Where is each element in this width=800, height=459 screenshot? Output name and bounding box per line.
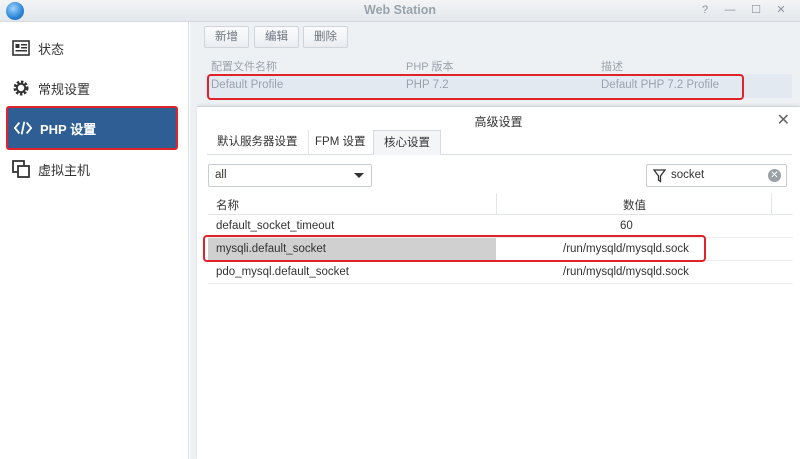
chevron-down-icon [354,173,364,178]
tab-bar: 默认服务器设置 FPM 设置 核心设置 [207,130,792,155]
clear-icon[interactable]: ✕ [768,169,781,182]
filter-icon [653,169,666,183]
edit-button[interactable]: 编辑 [254,26,299,48]
setting-value[interactable]: 60 [620,220,633,232]
table-row[interactable]: pdo_mysql.default_socket /run/mysqld/mys… [208,261,793,284]
sidebar-item-status[interactable]: 状态 [0,28,189,68]
minimize-icon[interactable]: — [723,3,737,17]
tab-core-settings[interactable]: 核心设置 [373,130,441,155]
maximize-icon[interactable]: ☐ [749,3,763,17]
advanced-settings-dialog: 高级设置 ✕ 默认服务器设置 FPM 设置 核心设置 all socket ✕ … [197,106,800,459]
close-icon[interactable]: ✕ [777,110,790,130]
column-divider [496,193,497,215]
setting-value[interactable]: /run/mysqld/mysqld.sock [563,266,689,278]
sidebar-item-label: 虚拟主机 [38,162,91,178]
profiles-table-header: 配置文件名称 PHP 版本 描述 [205,54,792,74]
column-header: 描述 [601,61,623,73]
dialog-title: 高级设置 [474,115,523,129]
delete-button[interactable]: 删除 [303,26,348,48]
sidebar: 状态 常规设置 PHP 设置 虚拟主机 [0,22,189,459]
code-icon [14,119,32,137]
sidebar-item-label: 常规设置 [38,81,91,97]
search-value: socket [671,169,705,181]
virtual-host-icon [12,160,30,178]
column-divider [771,193,772,215]
setting-name: default_socket_timeout [216,220,335,232]
gear-icon [12,79,30,97]
sidebar-item-virtual-host[interactable]: 虚拟主机 [0,149,189,189]
close-window-icon[interactable]: ✕ [774,3,788,17]
filter-select-value: all [215,169,227,181]
search-input[interactable]: socket ✕ [646,164,787,187]
sidebar-item-php-settings[interactable]: PHP 设置 [6,106,178,150]
column-header: 名称 [216,200,239,212]
highlight-box [207,74,744,100]
sidebar-item-label: PHP 设置 [40,121,97,137]
window-title: Web Station [364,3,436,17]
help-icon[interactable]: ? [698,3,712,17]
status-card-icon [12,39,30,57]
column-header: 配置文件名称 [211,61,277,73]
setting-name: pdo_mysql.default_socket [216,266,349,278]
filter-select[interactable]: all [208,164,372,187]
tab-fpm-settings[interactable]: FPM 设置 [305,130,377,155]
column-header: PHP 版本 [406,61,454,73]
title-bar: Web Station ? — ☐ ✕ [0,0,800,22]
settings-table-header: 名称 数值 [208,193,793,215]
sidebar-item-general-settings[interactable]: 常规设置 [0,68,189,108]
tab-default-server[interactable]: 默认服务器设置 [207,130,309,155]
column-header: 数值 [623,200,646,212]
highlight-box [203,235,706,262]
create-button[interactable]: 新增 [204,26,249,48]
sidebar-item-label: 状态 [38,41,65,57]
